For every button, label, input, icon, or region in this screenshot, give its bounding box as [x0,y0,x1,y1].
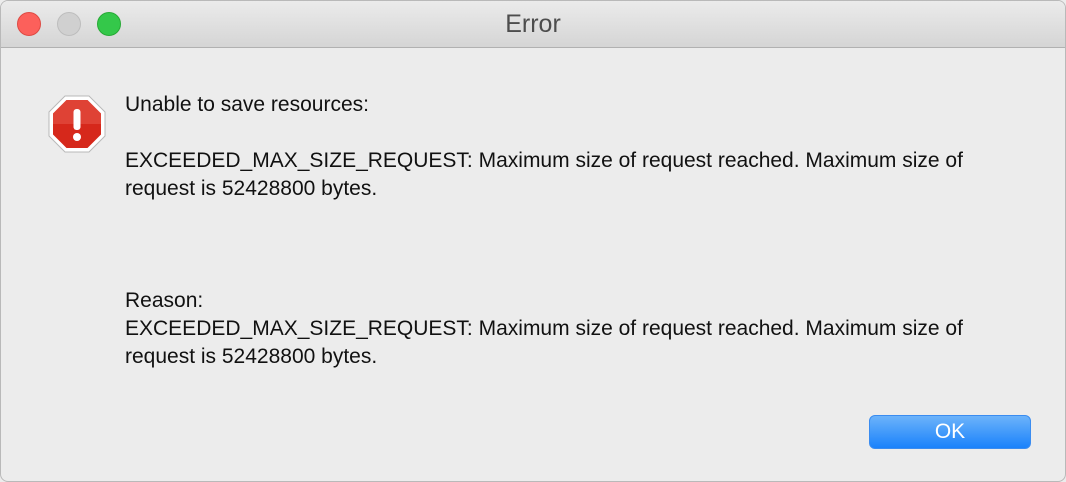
reason-label: Reason: [125,289,204,312]
error-dialog: Error Unable to save resources: EXCEEDED… [0,0,1066,482]
error-detail: EXCEEDED_MAX_SIZE_REQUEST: Maximum size … [125,149,963,200]
title-bar: Error [1,1,1065,48]
window-title: Error [505,10,561,38]
reason-text: EXCEEDED_MAX_SIZE_REQUEST: Maximum size … [125,317,963,368]
error-heading: Unable to save resources: [125,93,369,116]
ok-button[interactable]: OK [869,415,1031,449]
error-alert-icon [48,95,106,153]
